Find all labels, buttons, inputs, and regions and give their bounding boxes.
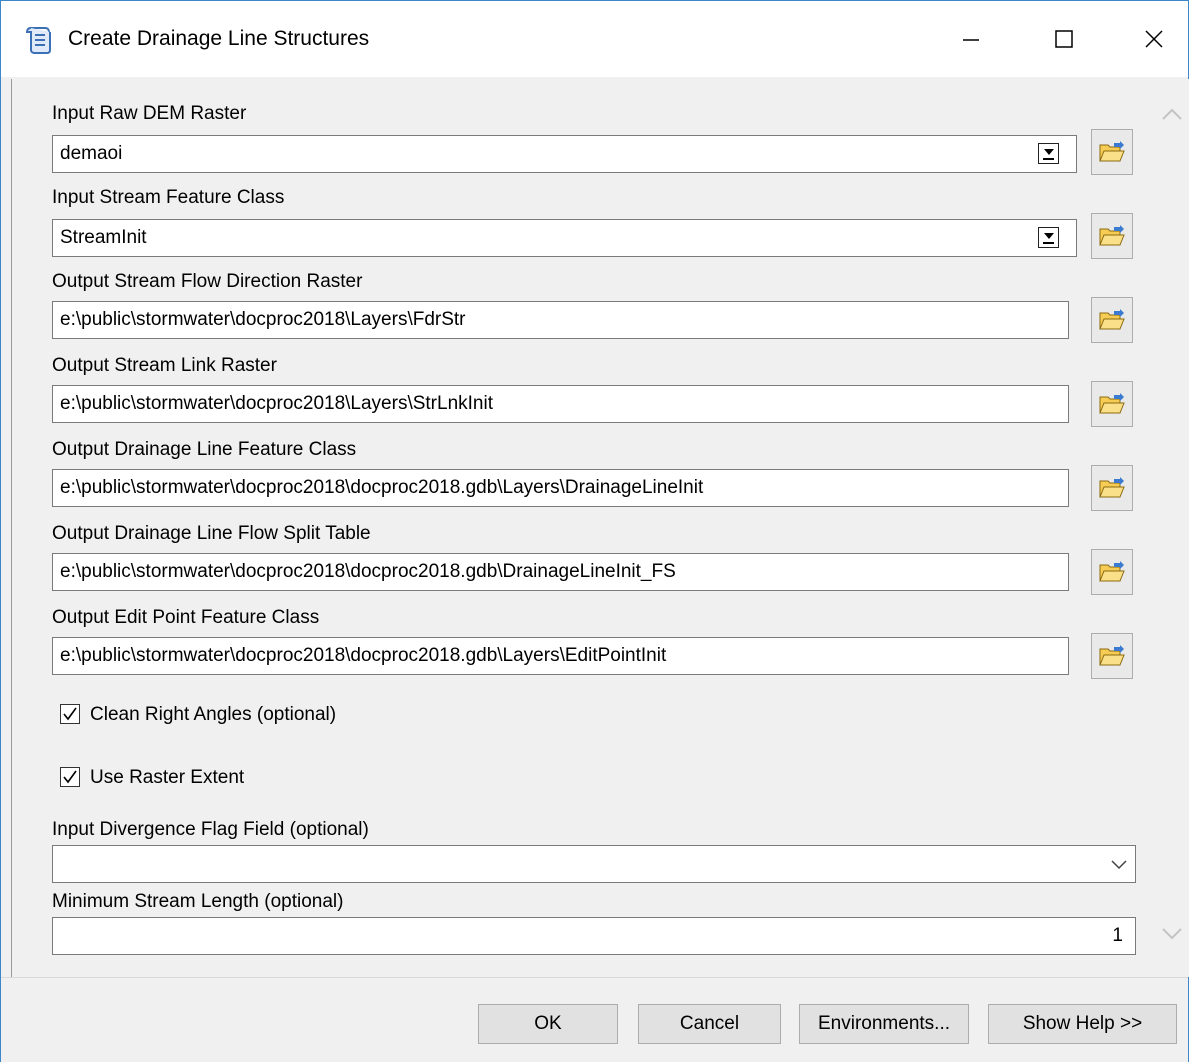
output-flow-direction-field[interactable]: e:\public\stormwater\docproc2018\Layers\… bbox=[52, 301, 1069, 339]
param-label-output-flow-direction: Output Stream Flow Direction Raster bbox=[52, 271, 363, 292]
open-folder-icon bbox=[1099, 645, 1125, 666]
clean-right-angles-label: Clean Right Angles (optional) bbox=[90, 704, 337, 725]
maximize-icon bbox=[1055, 30, 1073, 48]
browse-button-output-drainage-line[interactable] bbox=[1091, 465, 1133, 511]
param-label-divergence: Input Divergence Flag Field (optional) bbox=[52, 819, 369, 840]
input-stream-combo[interactable]: StreamInit bbox=[52, 219, 1077, 257]
minimize-button[interactable] bbox=[951, 21, 991, 57]
output-drainage-line-field[interactable]: e:\public\stormwater\docproc2018\docproc… bbox=[52, 469, 1069, 507]
show-help-button[interactable]: Show Help >> bbox=[988, 1004, 1177, 1044]
param-label-output-flow-split: Output Drainage Line Flow Split Table bbox=[52, 523, 371, 544]
scroll-up-button[interactable] bbox=[1157, 99, 1187, 129]
open-folder-icon bbox=[1099, 393, 1125, 414]
title-bar: Create Drainage Line Structures bbox=[1, 1, 1188, 77]
cancel-button[interactable]: Cancel bbox=[638, 1004, 781, 1044]
chevron-down-icon[interactable] bbox=[1038, 227, 1059, 248]
param-label-min-stream-length: Minimum Stream Length (optional) bbox=[52, 891, 344, 912]
script-tool-icon bbox=[25, 25, 53, 55]
param-label-input-stream: Input Stream Feature Class bbox=[52, 187, 285, 208]
open-folder-icon bbox=[1099, 309, 1125, 330]
param-label-output-edit-point: Output Edit Point Feature Class bbox=[52, 607, 320, 628]
chevron-down-icon bbox=[1111, 860, 1127, 870]
open-folder-icon bbox=[1099, 561, 1125, 582]
parameters-panel: Input Raw DEM Raster demaoi Input Stream… bbox=[11, 79, 1189, 977]
environments-button[interactable]: Environments... bbox=[799, 1004, 969, 1044]
open-folder-icon bbox=[1099, 225, 1125, 246]
chevron-down-icon bbox=[1162, 928, 1182, 940]
minimize-icon bbox=[963, 39, 979, 41]
chevron-down-icon[interactable] bbox=[1038, 143, 1059, 164]
browse-button-output-edit-point[interactable] bbox=[1091, 633, 1133, 679]
input-stream-value: StreamInit bbox=[60, 227, 147, 248]
browse-button-input-raw-dem[interactable] bbox=[1091, 129, 1133, 175]
param-label-output-drainage-line: Output Drainage Line Feature Class bbox=[52, 439, 357, 460]
output-edit-point-field[interactable]: e:\public\stormwater\docproc2018\docproc… bbox=[52, 637, 1069, 675]
browse-button-input-stream[interactable] bbox=[1091, 213, 1133, 259]
open-folder-icon bbox=[1099, 141, 1125, 162]
ok-button[interactable]: OK bbox=[478, 1004, 618, 1044]
browse-button-output-stream-link[interactable] bbox=[1091, 381, 1133, 427]
browse-button-output-flow-split[interactable] bbox=[1091, 549, 1133, 595]
min-stream-length-field[interactable]: 1 bbox=[52, 917, 1136, 955]
browse-button-output-flow-direction[interactable] bbox=[1091, 297, 1133, 343]
divergence-flag-dropdown[interactable] bbox=[52, 845, 1136, 883]
use-raster-extent-checkbox[interactable] bbox=[60, 767, 80, 787]
checkmark-icon bbox=[63, 770, 77, 784]
chevron-up-icon bbox=[1162, 108, 1182, 120]
scroll-down-button[interactable] bbox=[1157, 919, 1187, 949]
window-title: Create Drainage Line Structures bbox=[68, 27, 370, 50]
close-button[interactable] bbox=[1134, 21, 1174, 57]
output-flow-split-field[interactable]: e:\public\stormwater\docproc2018\docproc… bbox=[52, 553, 1069, 591]
close-icon bbox=[1145, 30, 1163, 48]
param-label-input-raw-dem: Input Raw DEM Raster bbox=[52, 103, 247, 124]
maximize-button[interactable] bbox=[1044, 21, 1084, 57]
output-stream-link-field[interactable]: e:\public\stormwater\docproc2018\Layers\… bbox=[52, 385, 1069, 423]
dialog-window: Create Drainage Line Structures Input Ra… bbox=[0, 0, 1189, 1062]
clean-right-angles-checkbox[interactable] bbox=[60, 704, 80, 724]
use-raster-extent-label: Use Raster Extent bbox=[90, 767, 245, 788]
input-raw-dem-combo[interactable]: demaoi bbox=[52, 135, 1077, 173]
open-folder-icon bbox=[1099, 477, 1125, 498]
button-bar: OK Cancel Environments... Show Help >> bbox=[1, 977, 1188, 1062]
input-raw-dem-value: demaoi bbox=[60, 143, 123, 164]
checkmark-icon bbox=[63, 707, 77, 721]
param-label-output-stream-link: Output Stream Link Raster bbox=[52, 355, 277, 376]
